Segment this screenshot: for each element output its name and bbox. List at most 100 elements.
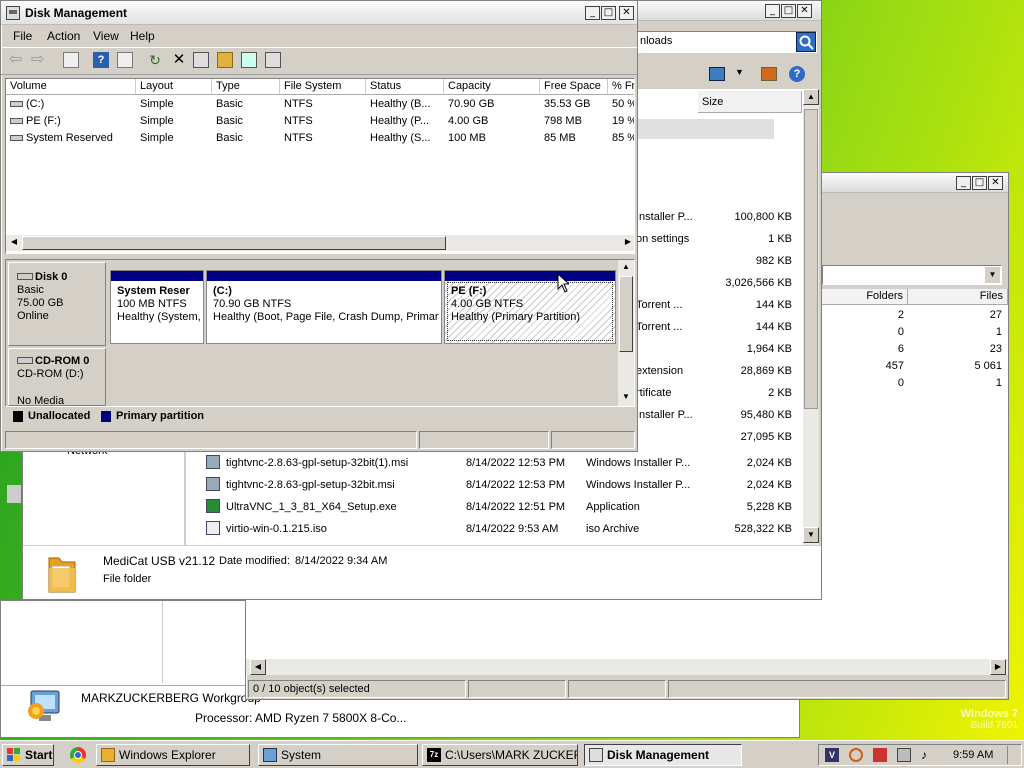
maximize-button[interactable]: □: [972, 176, 987, 190]
views-dropdown-icon[interactable]: ▼: [735, 67, 744, 77]
scroll-right-button[interactable]: ▶: [620, 235, 634, 251]
back-icon[interactable]: ⇦: [9, 52, 25, 68]
scroll-down-button[interactable]: ▼: [803, 527, 819, 543]
close-button[interactable]: ✕: [619, 6, 634, 20]
task-7zip[interactable]: 7z C:\Users\MARK ZUCKER...: [422, 744, 578, 766]
msi-icon: [206, 455, 220, 469]
search-input-box[interactable]: nloads: [635, 31, 817, 53]
volume-hscrollbar[interactable]: ◀ ▶: [6, 235, 634, 251]
scroll-up-button[interactable]: ▲: [618, 260, 634, 276]
search-tray-icon[interactable]: [849, 748, 863, 762]
file-row[interactable]: UltraVNC_1_3_81_X64_Setup.exe 8/14/2022 1…: [202, 497, 802, 517]
menu-help[interactable]: Help: [130, 29, 155, 43]
scroll-down-button[interactable]: ▼: [618, 390, 634, 406]
col-pctfree-header[interactable]: % Fr: [608, 79, 634, 95]
vnc-tray-icon[interactable]: V: [825, 748, 839, 762]
status-pane: [568, 680, 666, 698]
help-icon[interactable]: ?: [93, 52, 109, 68]
explore-icon[interactable]: [241, 52, 257, 68]
network-tray-icon[interactable]: [897, 748, 911, 762]
disk0-label-box[interactable]: Disk 0 Basic 75.00 GB Online: [8, 262, 106, 346]
console-tree-icon[interactable]: [63, 52, 79, 68]
scroll-thumb[interactable]: [22, 236, 446, 250]
folders-statusbar: 0 / 10 object(s) selected: [246, 679, 1008, 699]
file-row[interactable]: tightvnc-2.8.63-gpl-setup-32bit(1).msi 8/…: [202, 453, 802, 473]
scroll-left-button[interactable]: ◀: [6, 235, 22, 251]
partition-size: 70.90 GB NTFS: [213, 298, 292, 310]
settings-icon[interactable]: [265, 52, 281, 68]
file-row[interactable]: virtio-win-0.1.215.iso 8/14/2022 9:53 AM i…: [202, 519, 802, 539]
chevron-down-icon[interactable]: ▼: [985, 267, 1000, 283]
scroll-up-button[interactable]: ▲: [803, 89, 819, 105]
volume-row[interactable]: System Reserved Simple Basic NTFS Healthy (S…: [6, 130, 634, 147]
folders-path-combo[interactable]: ▼: [822, 265, 1002, 285]
partition-pe-f[interactable]: PE (F:) 4.00 GB NTFS Healthy (Primary Pa…: [444, 270, 616, 344]
delete-icon[interactable]: ✕: [171, 52, 187, 68]
file-name[interactable]: tightvnc-2.8.63-gpl-setup-32bit(1).msi: [226, 455, 466, 471]
col-filesystem-header[interactable]: File System: [280, 79, 366, 95]
properties-pane-icon[interactable]: [117, 52, 133, 68]
show-desktop-button[interactable]: [1007, 746, 1019, 764]
partition-system-reserved[interactable]: System Reser 100 MB NTFS Healthy (System…: [110, 270, 204, 344]
horizontal-scrollbar[interactable]: ◀ ▶: [246, 659, 1008, 675]
help-icon[interactable]: ?: [789, 66, 805, 82]
maximize-button[interactable]: □: [601, 6, 616, 20]
properties-icon[interactable]: [193, 52, 209, 68]
close-button[interactable]: ✕: [988, 176, 1003, 190]
minimize-button[interactable]: _: [765, 4, 780, 18]
forward-icon[interactable]: ⇨: [31, 52, 47, 68]
scroll-left-button[interactable]: ◀: [250, 659, 266, 675]
disk-management-window[interactable]: Disk Management _ □ ✕ File Action View H…: [0, 0, 638, 452]
chrome-icon[interactable]: [70, 747, 86, 763]
search-icon[interactable]: [796, 32, 816, 52]
close-button[interactable]: ✕: [797, 4, 812, 18]
system-icon: [263, 748, 277, 762]
refresh-icon[interactable]: ↻: [147, 52, 163, 68]
open-folder-icon[interactable]: [217, 52, 233, 68]
volume-list[interactable]: Volume Layout Type File System Status Capacit…: [5, 78, 635, 254]
views-icon[interactable]: [709, 67, 725, 81]
file-list-scrollbar[interactable]: ▲ ▼: [803, 89, 819, 545]
volume-tray-icon[interactable]: ♪: [921, 748, 935, 762]
start-button[interactable]: Start: [2, 744, 54, 766]
nav-scroll-thumb[interactable]: [7, 485, 21, 503]
disk0-row[interactable]: Disk 0 Basic 75.00 GB Online System Rese…: [8, 262, 616, 346]
volume-row[interactable]: (C:) Simple Basic NTFS Healthy (B... 70.90 GB…: [6, 96, 634, 113]
col-capacity-header[interactable]: Capacity: [444, 79, 540, 95]
scroll-thumb[interactable]: [619, 276, 633, 352]
preview-pane-icon[interactable]: [761, 67, 777, 81]
search-input[interactable]: nloads: [640, 35, 672, 47]
task-disk-management[interactable]: Disk Management: [584, 744, 742, 766]
col-volume-header[interactable]: Volume: [6, 79, 136, 95]
cdrom-row[interactable]: CD-ROM 0 CD-ROM (D:) No Media: [8, 348, 616, 406]
menu-view[interactable]: View: [93, 29, 119, 43]
scroll-right-button[interactable]: ▶: [990, 659, 1006, 675]
file-size: 95,480 KB: [740, 409, 792, 421]
task-windows-explorer[interactable]: Windows Explorer: [96, 744, 250, 766]
menu-action[interactable]: Action: [47, 29, 80, 43]
size-header[interactable]: Size: [698, 91, 802, 113]
col-freespace-header[interactable]: Free Space: [540, 79, 608, 95]
disk-graph-pane[interactable]: Disk 0 Basic 75.00 GB Online System Rese…: [5, 259, 635, 407]
flag-tray-icon[interactable]: [873, 748, 887, 762]
file-name[interactable]: tightvnc-2.8.63-gpl-setup-32bit.msi: [226, 477, 466, 493]
minimize-button[interactable]: _: [956, 176, 971, 190]
file-name[interactable]: virtio-win-0.1.215.iso: [226, 521, 466, 537]
volume-row[interactable]: PE (F:) Simple Basic NTFS Healthy (P... 4.00 …: [6, 113, 634, 130]
file-name[interactable]: UltraVNC_1_3_81_X64_Setup.exe: [226, 499, 466, 515]
col-layout-header[interactable]: Layout: [136, 79, 212, 95]
partition-c[interactable]: (C:) 70.90 GB NTFS Healthy (Boot, Page F…: [206, 270, 442, 344]
dm-titlebar[interactable]: Disk Management: [1, 1, 637, 25]
maximize-button[interactable]: □: [781, 4, 796, 18]
minimize-button[interactable]: _: [585, 6, 600, 20]
col-files-header[interactable]: Files: [908, 289, 1008, 305]
col-status-header[interactable]: Status: [366, 79, 444, 95]
task-system[interactable]: System: [258, 744, 418, 766]
col-folders-header[interactable]: Folders: [822, 289, 908, 305]
file-row[interactable]: tightvnc-2.8.63-gpl-setup-32bit.msi 8/14/…: [202, 475, 802, 495]
cdrom-label-box[interactable]: CD-ROM 0 CD-ROM (D:) No Media: [8, 348, 106, 406]
scroll-thumb[interactable]: [804, 109, 818, 409]
col-type-header[interactable]: Type: [212, 79, 280, 95]
menu-file[interactable]: File: [13, 29, 32, 43]
disk-graph-vscrollbar[interactable]: ▲ ▼: [618, 260, 634, 406]
